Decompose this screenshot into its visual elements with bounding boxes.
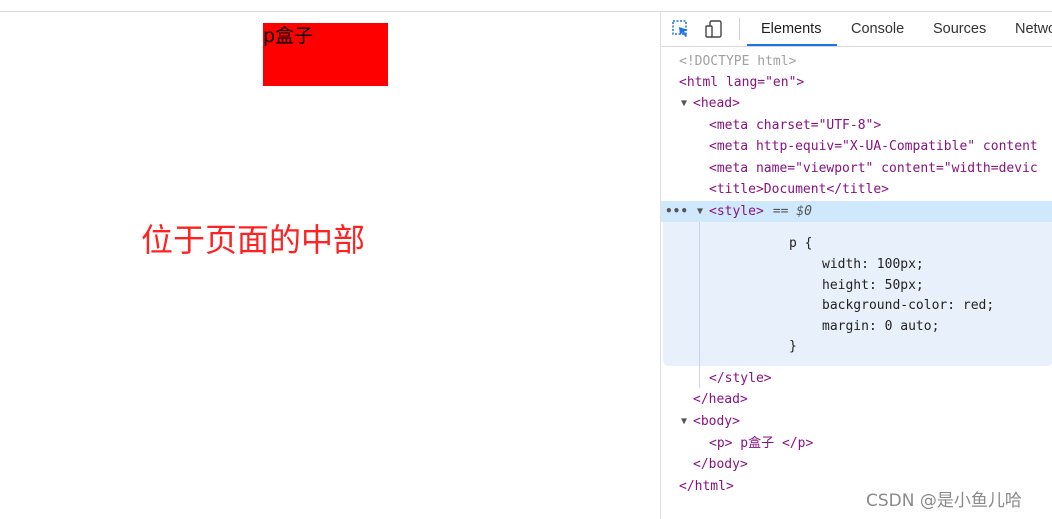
- tab-console[interactable]: Console: [851, 12, 904, 46]
- body-close-node[interactable]: </body>: [693, 454, 748, 475]
- inspect-element-icon[interactable]: [671, 19, 691, 39]
- tab-network[interactable]: Netwo: [1015, 12, 1052, 46]
- active-tab-indicator: [747, 44, 837, 46]
- html-close-node[interactable]: </html>: [679, 476, 734, 497]
- p-element-node[interactable]: <p> p盒子 </p>: [709, 433, 813, 454]
- device-toolbar-icon[interactable]: [704, 19, 724, 39]
- style-open-node[interactable]: <style>: [709, 201, 764, 222]
- devtools-toolbar: Elements Console Sources Netwo: [661, 12, 1052, 47]
- head-close-node[interactable]: </head>: [693, 389, 748, 410]
- selected-marker: == $0: [765, 204, 812, 219]
- meta-charset-node[interactable]: <meta charset="UTF-8">: [709, 115, 881, 136]
- title-node[interactable]: <title>Document</title>: [709, 179, 889, 200]
- p-box[interactable]: p盒子: [263, 23, 388, 86]
- css-margin-rule: margin: 0 auto;: [822, 319, 940, 334]
- tab-elements[interactable]: Elements: [761, 12, 821, 46]
- meta-viewport-node[interactable]: <meta name="viewport" content="width=dev…: [709, 158, 1038, 179]
- expand-body-icon[interactable]: ▼: [681, 411, 687, 432]
- css-background-rule: background-color: red;: [822, 298, 995, 313]
- expand-style-icon[interactable]: ▼: [697, 201, 703, 222]
- indent-guide: [699, 222, 700, 388]
- more-options-icon[interactable]: •••: [665, 201, 688, 222]
- devtools-panel: Elements Console Sources Netwo ••• <!DOC…: [660, 12, 1052, 519]
- style-close-node[interactable]: </style>: [709, 368, 772, 389]
- toolbar-separator: [739, 18, 740, 40]
- css-selector: p {: [789, 236, 813, 251]
- head-open-node[interactable]: <head>: [693, 93, 740, 114]
- doctype-node[interactable]: <!DOCTYPE html>: [679, 51, 796, 72]
- css-close-brace: }: [789, 339, 797, 354]
- body-open-node[interactable]: <body>: [693, 411, 740, 432]
- dom-tree: ••• <!DOCTYPE html> <html lang="en"> ▼ <…: [661, 47, 1052, 519]
- csdn-watermark: CSDN @是小鱼儿哈: [866, 491, 1022, 511]
- annotation-text: 位于页面的中部: [141, 221, 366, 259]
- expand-head-icon[interactable]: ▼: [681, 93, 687, 114]
- html-open-node[interactable]: <html lang="en">: [679, 72, 804, 93]
- css-width-rule: width: 100px;: [822, 257, 924, 272]
- tab-sources[interactable]: Sources: [933, 12, 986, 46]
- css-height-rule: height: 50px;: [822, 278, 924, 293]
- page-preview: p盒子 位于页面的中部: [0, 12, 660, 519]
- meta-http-equiv-node[interactable]: <meta http-equiv="X-UA-Compatible" conte…: [709, 136, 1038, 157]
